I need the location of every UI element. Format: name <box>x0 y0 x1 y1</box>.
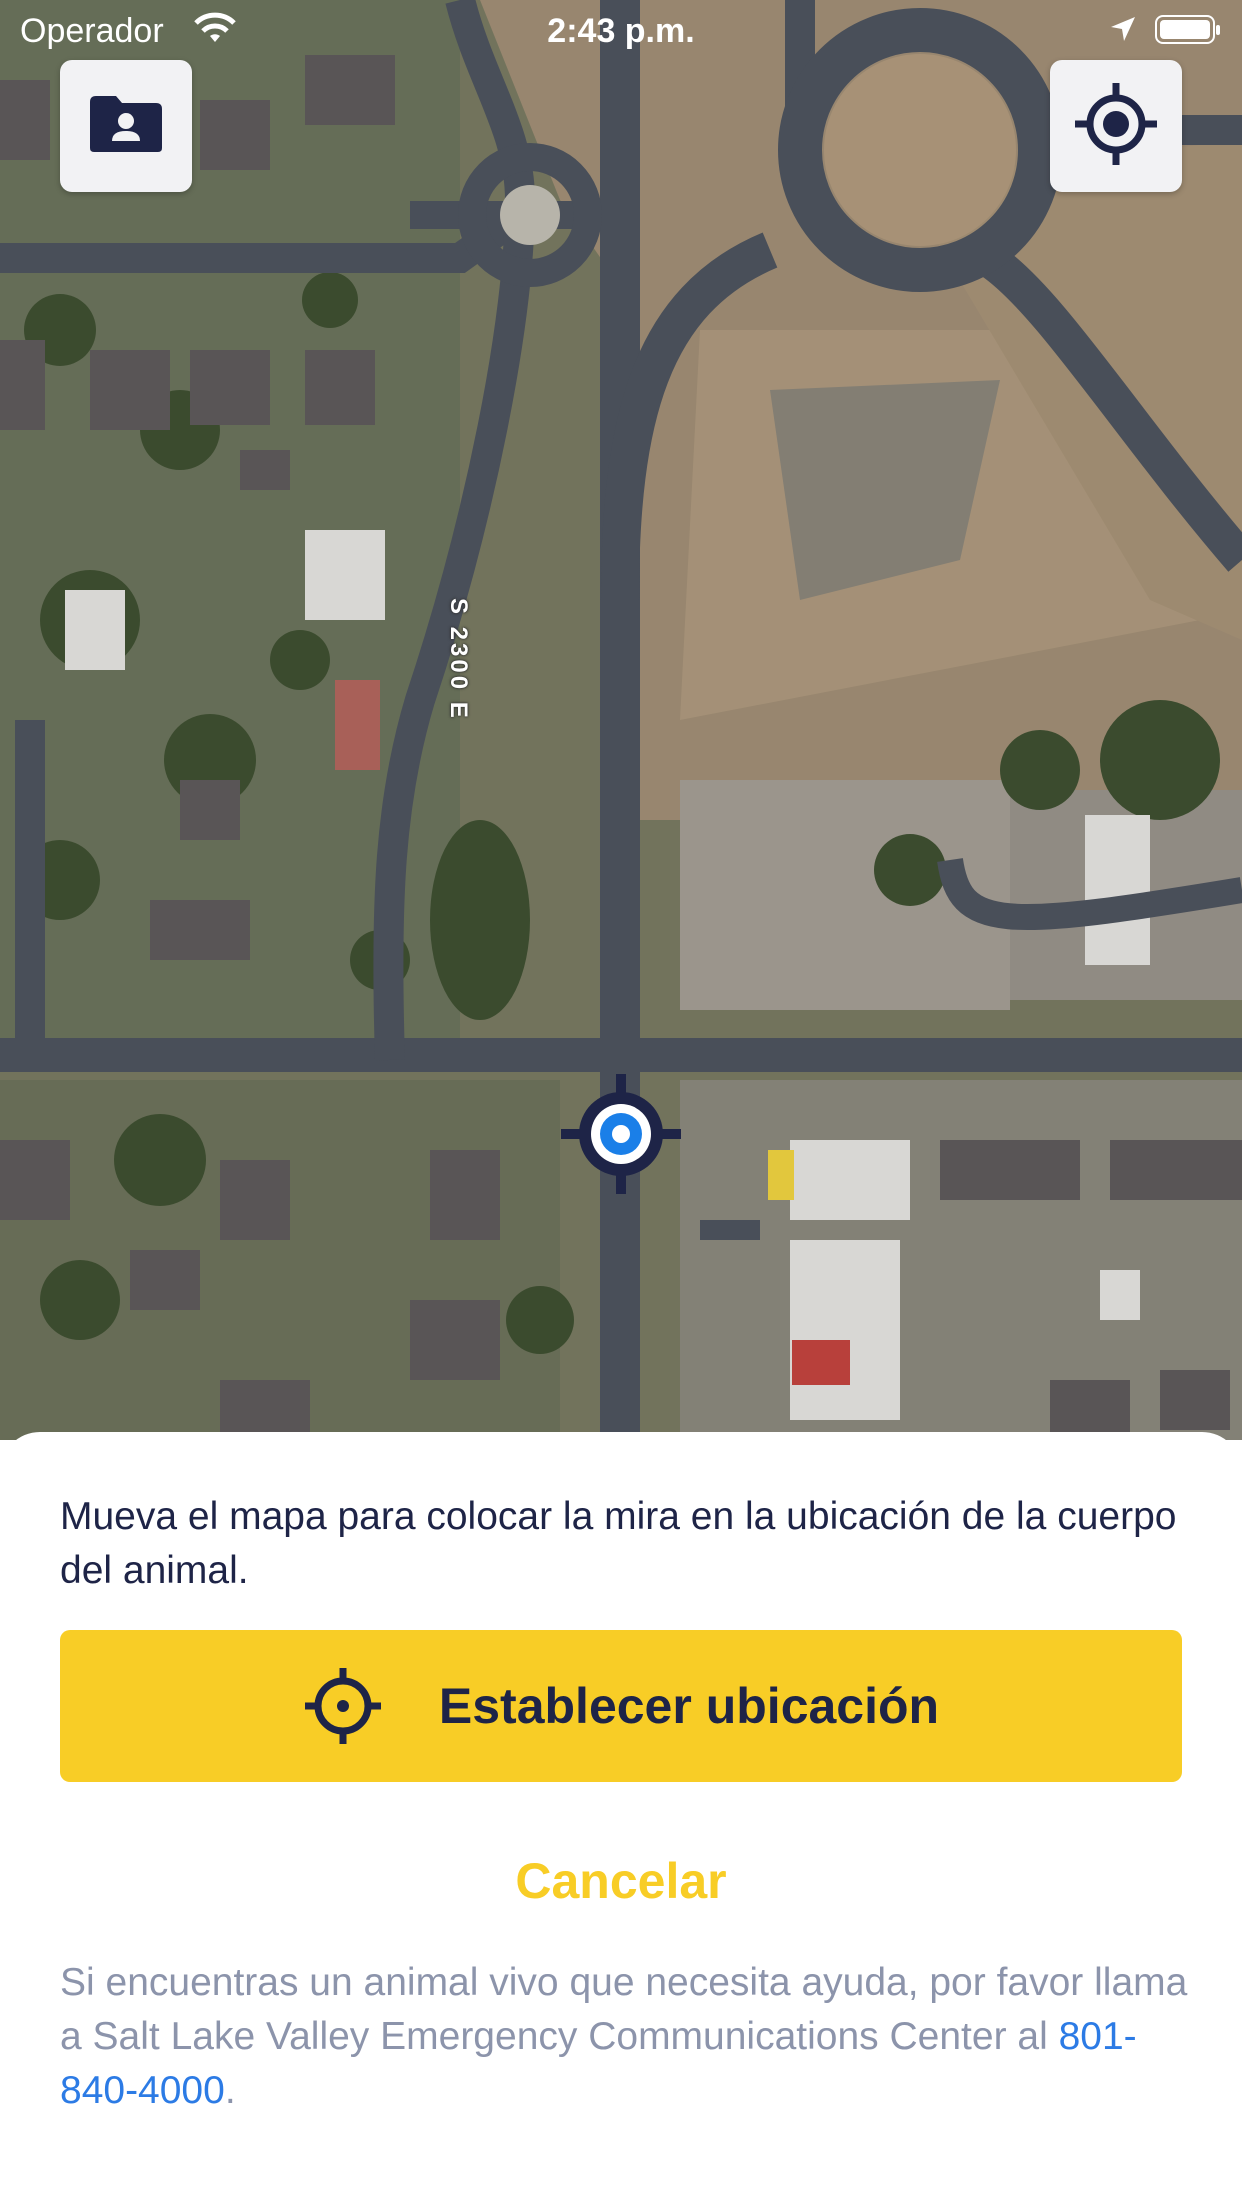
locate-me-icon <box>1073 81 1159 172</box>
location-arrow-icon <box>1108 14 1138 53</box>
contact-folder-icon <box>88 94 164 159</box>
set-location-label: Establecer ubicación <box>438 1678 940 1734</box>
help-text-body: Si encuentras un animal vivo que necesit… <box>60 1961 1188 2058</box>
status-time: 2:43 p.m. <box>547 12 695 50</box>
satellite-map-imagery <box>0 0 1242 1440</box>
bottom-sheet: Mueva el mapa para colocar la mira en la… <box>0 1432 1242 2208</box>
crosshair-marker-icon <box>561 1074 681 1199</box>
map-view[interactable]: S 2300 E Operador 2:43 p.m. <box>0 0 1242 1440</box>
status-bar: Operador 2:43 p.m. <box>0 0 1242 60</box>
crosshair-icon <box>303 1666 383 1746</box>
instructions-text: Mueva el mapa para colocar la mira en la… <box>60 1495 1177 1592</box>
set-location-button[interactable]: Establecer ubicación <box>60 1630 1182 1782</box>
battery-icon <box>1155 15 1221 54</box>
road-label: S 2300 E <box>445 598 472 721</box>
help-text: Si encuentras un animal vivo que necesit… <box>60 1956 1190 2118</box>
cancel-button[interactable]: Cancelar <box>0 1852 1242 1910</box>
contacts-button[interactable] <box>60 60 192 192</box>
locate-me-button[interactable] <box>1050 60 1182 192</box>
help-text-end: . <box>224 2069 236 2112</box>
